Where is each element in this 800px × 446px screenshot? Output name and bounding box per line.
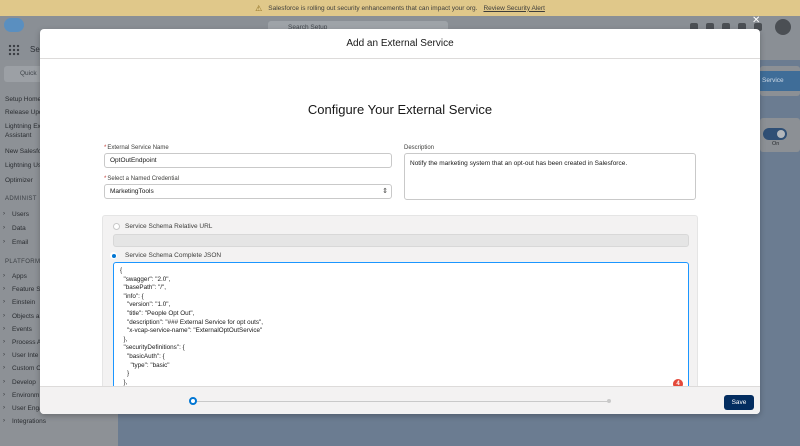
chevron-right-icon: › xyxy=(3,312,5,319)
progress-step-final xyxy=(607,399,611,403)
sidebar-item[interactable]: Integrations xyxy=(12,418,46,426)
chevron-right-icon: › xyxy=(3,225,5,231)
chevron-right-icon: › xyxy=(3,365,5,372)
chevron-right-icon: › xyxy=(3,211,5,217)
chevron-right-icon: › xyxy=(3,378,5,385)
sidebar-item[interactable]: Environm xyxy=(12,392,39,400)
sidebar-item[interactable]: Assistant xyxy=(5,132,31,140)
sidebar-item[interactable]: User Inte xyxy=(12,352,38,360)
chevron-right-icon: › xyxy=(3,352,5,359)
json-line: "type": "basic" xyxy=(120,361,170,369)
sidebar-item[interactable]: Setup Home xyxy=(5,96,41,104)
json-line: "basePath": "/", xyxy=(120,284,167,292)
sidebar-item[interactable]: New Salesfo xyxy=(5,148,42,156)
relative-url-label: Service Schema Relative URL xyxy=(125,223,213,230)
credential-value: MarketingTools xyxy=(110,188,154,195)
progress-step-current xyxy=(189,397,197,405)
relative-url-input[interactable] xyxy=(113,234,689,247)
json-line: "x-vcap-service-name": "ExternalOptOutSe… xyxy=(120,327,263,335)
modal-footer: Save xyxy=(40,386,760,414)
chevron-right-icon: › xyxy=(3,391,5,398)
progress-track xyxy=(192,401,610,402)
json-line: "description": "### External Service for… xyxy=(120,318,263,326)
sidebar-section-administration: ADMINIST xyxy=(5,196,37,202)
named-credential-select[interactable]: MarketingTools ⇕ xyxy=(104,184,392,199)
sidebar-item[interactable]: Users xyxy=(12,211,29,219)
json-line: } xyxy=(120,370,130,378)
modal-header: Add an External Service xyxy=(40,29,760,59)
json-line: "basicAuth": { xyxy=(120,353,165,360)
chevron-right-icon: › xyxy=(3,339,5,345)
chevron-right-icon: › xyxy=(3,273,5,279)
banner-message: Salesforce is rolling out security enhan… xyxy=(268,4,478,12)
json-line: }, xyxy=(120,378,128,386)
sidebar-item[interactable]: Events xyxy=(12,326,32,334)
json-line: "swagger": "2.0", xyxy=(120,275,171,283)
select-arrows-icon: ⇕ xyxy=(382,188,388,195)
service-name-input[interactable]: OptOutEndpoint xyxy=(104,153,392,168)
sidebar-item[interactable]: Email xyxy=(12,239,28,247)
relative-url-radio[interactable] xyxy=(113,223,120,230)
close-icon[interactable]: ✕ xyxy=(752,16,760,26)
json-line: "securityDefinitions": { xyxy=(120,344,185,352)
sidebar-item[interactable]: Data xyxy=(12,225,26,233)
json-line: "info": { xyxy=(120,292,144,300)
background-service-button[interactable]: Service xyxy=(760,71,800,91)
review-security-alert-link[interactable]: Review Security Alert xyxy=(483,5,544,12)
save-button[interactable]: Save xyxy=(724,395,754,410)
sidebar-item[interactable]: Einstein xyxy=(12,299,35,307)
chevron-right-icon: › xyxy=(3,286,5,293)
chevron-right-icon: › xyxy=(3,299,5,306)
avatar[interactable] xyxy=(775,19,791,35)
toggle-state-label: On xyxy=(772,141,780,147)
chevron-right-icon: › xyxy=(3,239,5,245)
sidebar-item[interactable]: Optimizer xyxy=(5,177,33,185)
sidebar-item[interactable]: Process A xyxy=(12,339,41,347)
chevron-right-icon: › xyxy=(3,405,5,411)
app-launcher-icon[interactable] xyxy=(8,44,20,56)
sidebar-item[interactable]: Lightning Us xyxy=(5,162,41,170)
sidebar-item[interactable]: Lightning Ex xyxy=(5,123,41,131)
json-line: "version": "1.0", xyxy=(120,301,171,309)
modal-title: Add an External Service xyxy=(346,38,454,49)
sidebar-item[interactable]: Apps xyxy=(12,273,27,281)
json-line: }, xyxy=(120,335,128,343)
credential-label: *Select a Named Credential xyxy=(104,176,180,182)
complete-json-label: Service Schema Complete JSON xyxy=(125,252,222,259)
salesforce-logo-icon xyxy=(4,18,24,32)
schema-json-textarea[interactable]: { "swagger": "2.0", "basePath": "/", "in… xyxy=(113,262,689,386)
modal-body: Configure Your External Service *Externa… xyxy=(40,59,760,386)
sidebar-section-platform: PLATFORM xyxy=(5,259,41,265)
page-title: Configure Your External Service xyxy=(307,102,493,117)
warning-icon: ⚠ xyxy=(255,3,263,13)
sidebar-item[interactable]: Objects a xyxy=(12,313,39,321)
chevron-right-icon: › xyxy=(3,325,5,332)
app-name: Se xyxy=(30,45,40,54)
schema-panel: Service Schema Relative URL Service Sche… xyxy=(102,215,698,386)
description-label: Description xyxy=(404,145,435,151)
sidebar-item[interactable]: Feature S xyxy=(12,286,41,294)
complete-json-radio[interactable] xyxy=(110,252,117,259)
sidebar-item[interactable]: Develop xyxy=(12,379,36,387)
chevron-right-icon: › xyxy=(3,418,5,425)
json-line: "title": "People Opt Out", xyxy=(120,310,195,317)
sidebar-item[interactable]: Custom C xyxy=(12,365,41,373)
add-external-service-modal: Add an External Service Configure Your E… xyxy=(40,29,760,414)
sidebar-item[interactable]: Release Upd xyxy=(5,109,43,117)
security-banner: ⚠ Salesforce is rolling out security enh… xyxy=(0,0,800,16)
description-textarea[interactable]: Notify the marketing system that an opt-… xyxy=(404,153,696,200)
background-toggle[interactable] xyxy=(763,128,787,140)
notification-badge: 4 xyxy=(673,379,683,386)
json-line: { xyxy=(120,267,123,274)
service-name-label: *External Service Name xyxy=(104,145,169,151)
